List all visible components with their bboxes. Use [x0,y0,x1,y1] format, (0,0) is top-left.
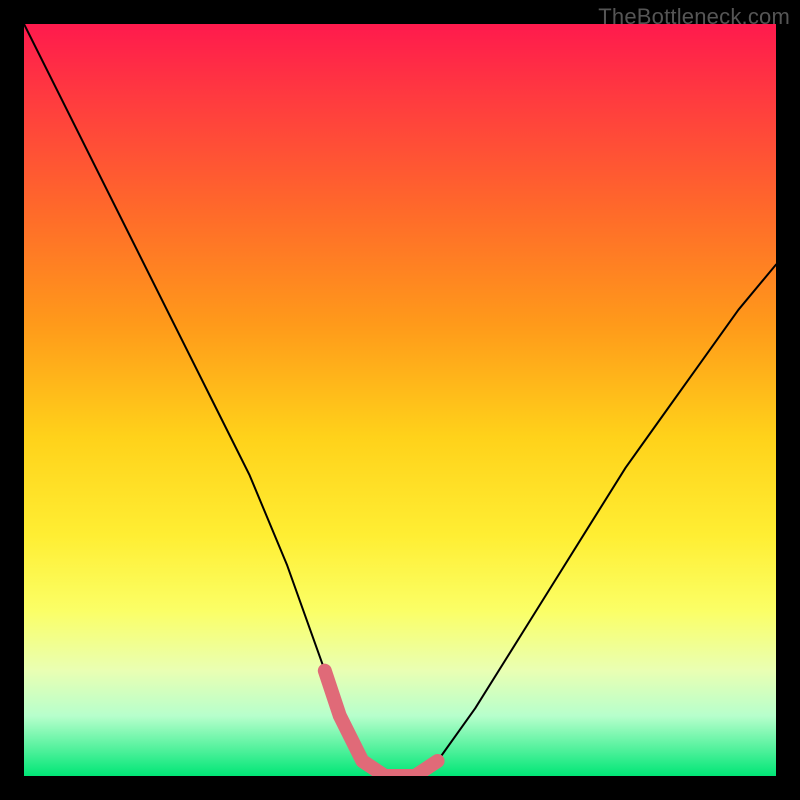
watermark-text: TheBottleneck.com [598,4,790,30]
chart-plot-area [24,24,776,776]
chart-frame: TheBottleneck.com [0,0,800,800]
bottleneck-curve [24,24,776,776]
curve-main-path [24,24,776,776]
curve-highlight-path [325,671,438,776]
